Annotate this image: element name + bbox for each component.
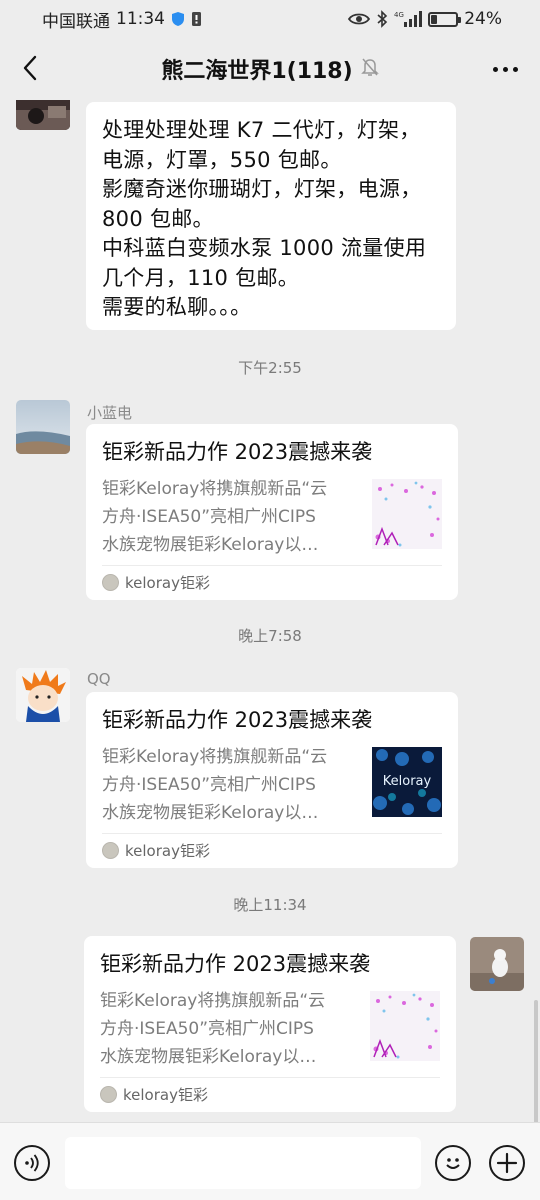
- clock: 11:34: [116, 9, 165, 29]
- card-title: 钜彩新品力作 2023震撼来袭: [102, 440, 373, 464]
- message-line: 影魔奇迷你珊瑚灯，灯架，电源，: [102, 177, 422, 201]
- scrollbar[interactable]: [534, 1000, 538, 1122]
- avatar[interactable]: [16, 100, 70, 130]
- message-line: 800 包邮。: [102, 206, 214, 231]
- sender-name: QQ: [87, 670, 111, 688]
- card-title: 钜彩新品力作 2023震撼来袭: [100, 952, 371, 976]
- notification-icon: [191, 11, 202, 27]
- thumbnail-text: Keloray: [383, 774, 432, 789]
- battery-level: [431, 14, 437, 24]
- card-thumbnail: Keloray: [372, 747, 442, 817]
- card-title: 钜彩新品力作 2023震撼来袭: [102, 708, 373, 732]
- message-line: 需要的私聊。。。: [102, 295, 252, 319]
- shield-icon: [171, 11, 185, 27]
- eye-icon: [348, 12, 371, 26]
- voice-button[interactable]: [14, 1145, 50, 1181]
- card-description: 钜彩Keloray将携旗舰新品“云 方舟·ISEA50”亮相广州CIPS 水族宠…: [102, 747, 328, 823]
- source-icon: [102, 574, 119, 591]
- source-icon: [102, 842, 119, 859]
- plus-icon: [496, 1152, 518, 1174]
- signal-icon: 4G: [394, 10, 423, 28]
- message-bubble[interactable]: 处理处理处理 K7 二代灯，灯架， 电源，灯罩，550 包邮。 影魔奇迷你珊瑚灯…: [86, 102, 456, 330]
- battery-percent: 24%: [464, 9, 502, 29]
- source-name: keloray钜彩: [125, 842, 210, 860]
- message-line: 中科蓝白变频水泵 1000 流量使用: [102, 236, 427, 260]
- source-name: keloray钜彩: [125, 574, 210, 592]
- more-icon: [492, 66, 498, 72]
- card-thumbnail: [372, 479, 442, 549]
- chevron-left-icon: [23, 55, 37, 81]
- avatar[interactable]: [16, 668, 70, 722]
- network-label: 4G: [394, 11, 404, 19]
- message-line: 几个月，110 包邮。: [102, 265, 300, 290]
- avatar[interactable]: [470, 937, 524, 991]
- chat-header: 熊二海世界1(118): [0, 38, 540, 100]
- card-description: 钜彩Keloray将携旗舰新品“云 方舟·ISEA50”亮相广州CIPS 水族宠…: [100, 991, 326, 1067]
- carrier-label: 中国联通: [42, 11, 110, 32]
- message-line: 处理处理处理 K7 二代灯，灯架，: [102, 118, 421, 142]
- chat-title[interactable]: 熊二海世界1(118): [161, 53, 352, 85]
- input-bar: [0, 1122, 540, 1200]
- more-button[interactable]: [488, 52, 522, 86]
- timestamp: 晚上11:34: [233, 896, 307, 914]
- status-bar: 中国联通 11:34 4G 24%: [0, 0, 540, 38]
- add-button[interactable]: [489, 1145, 525, 1181]
- link-card[interactable]: 钜彩新品力作 2023震撼来袭 钜彩Keloray将携旗舰新品“云 方舟·ISE…: [86, 424, 458, 600]
- timestamp: 晚上7:58: [238, 627, 302, 645]
- emoji-button[interactable]: [435, 1145, 471, 1181]
- avatar[interactable]: [16, 400, 70, 454]
- card-description: 钜彩Keloray将携旗舰新品“云 方舟·ISEA50”亮相广州CIPS 水族宠…: [102, 479, 328, 555]
- voice-icon: [25, 1154, 39, 1172]
- sender-name: 小蓝电: [87, 404, 133, 422]
- message-input[interactable]: [65, 1137, 421, 1189]
- bell-off-icon: [360, 57, 379, 81]
- timestamp: 下午2:55: [238, 359, 302, 377]
- source-icon: [100, 1086, 117, 1103]
- back-button[interactable]: [12, 50, 48, 86]
- emoji-icon: [446, 1158, 460, 1169]
- message-line: 电源，灯罩，550 包邮。: [102, 147, 342, 172]
- source-name: keloray钜彩: [123, 1086, 208, 1104]
- card-thumbnail: [370, 991, 440, 1061]
- link-card[interactable]: 钜彩新品力作 2023震撼来袭 钜彩Keloray将携旗舰新品“云 方舟·ISE…: [84, 936, 456, 1112]
- message-list[interactable]: 处理处理处理 K7 二代灯，灯架， 电源，灯罩，550 包邮。 影魔奇迷你珊瑚灯…: [0, 100, 540, 1122]
- link-card[interactable]: 钜彩新品力作 2023震撼来袭 钜彩Keloray将携旗舰新品“云 方舟·ISE…: [86, 692, 458, 868]
- battery-icon: [428, 11, 462, 27]
- bluetooth-icon: [376, 10, 388, 28]
